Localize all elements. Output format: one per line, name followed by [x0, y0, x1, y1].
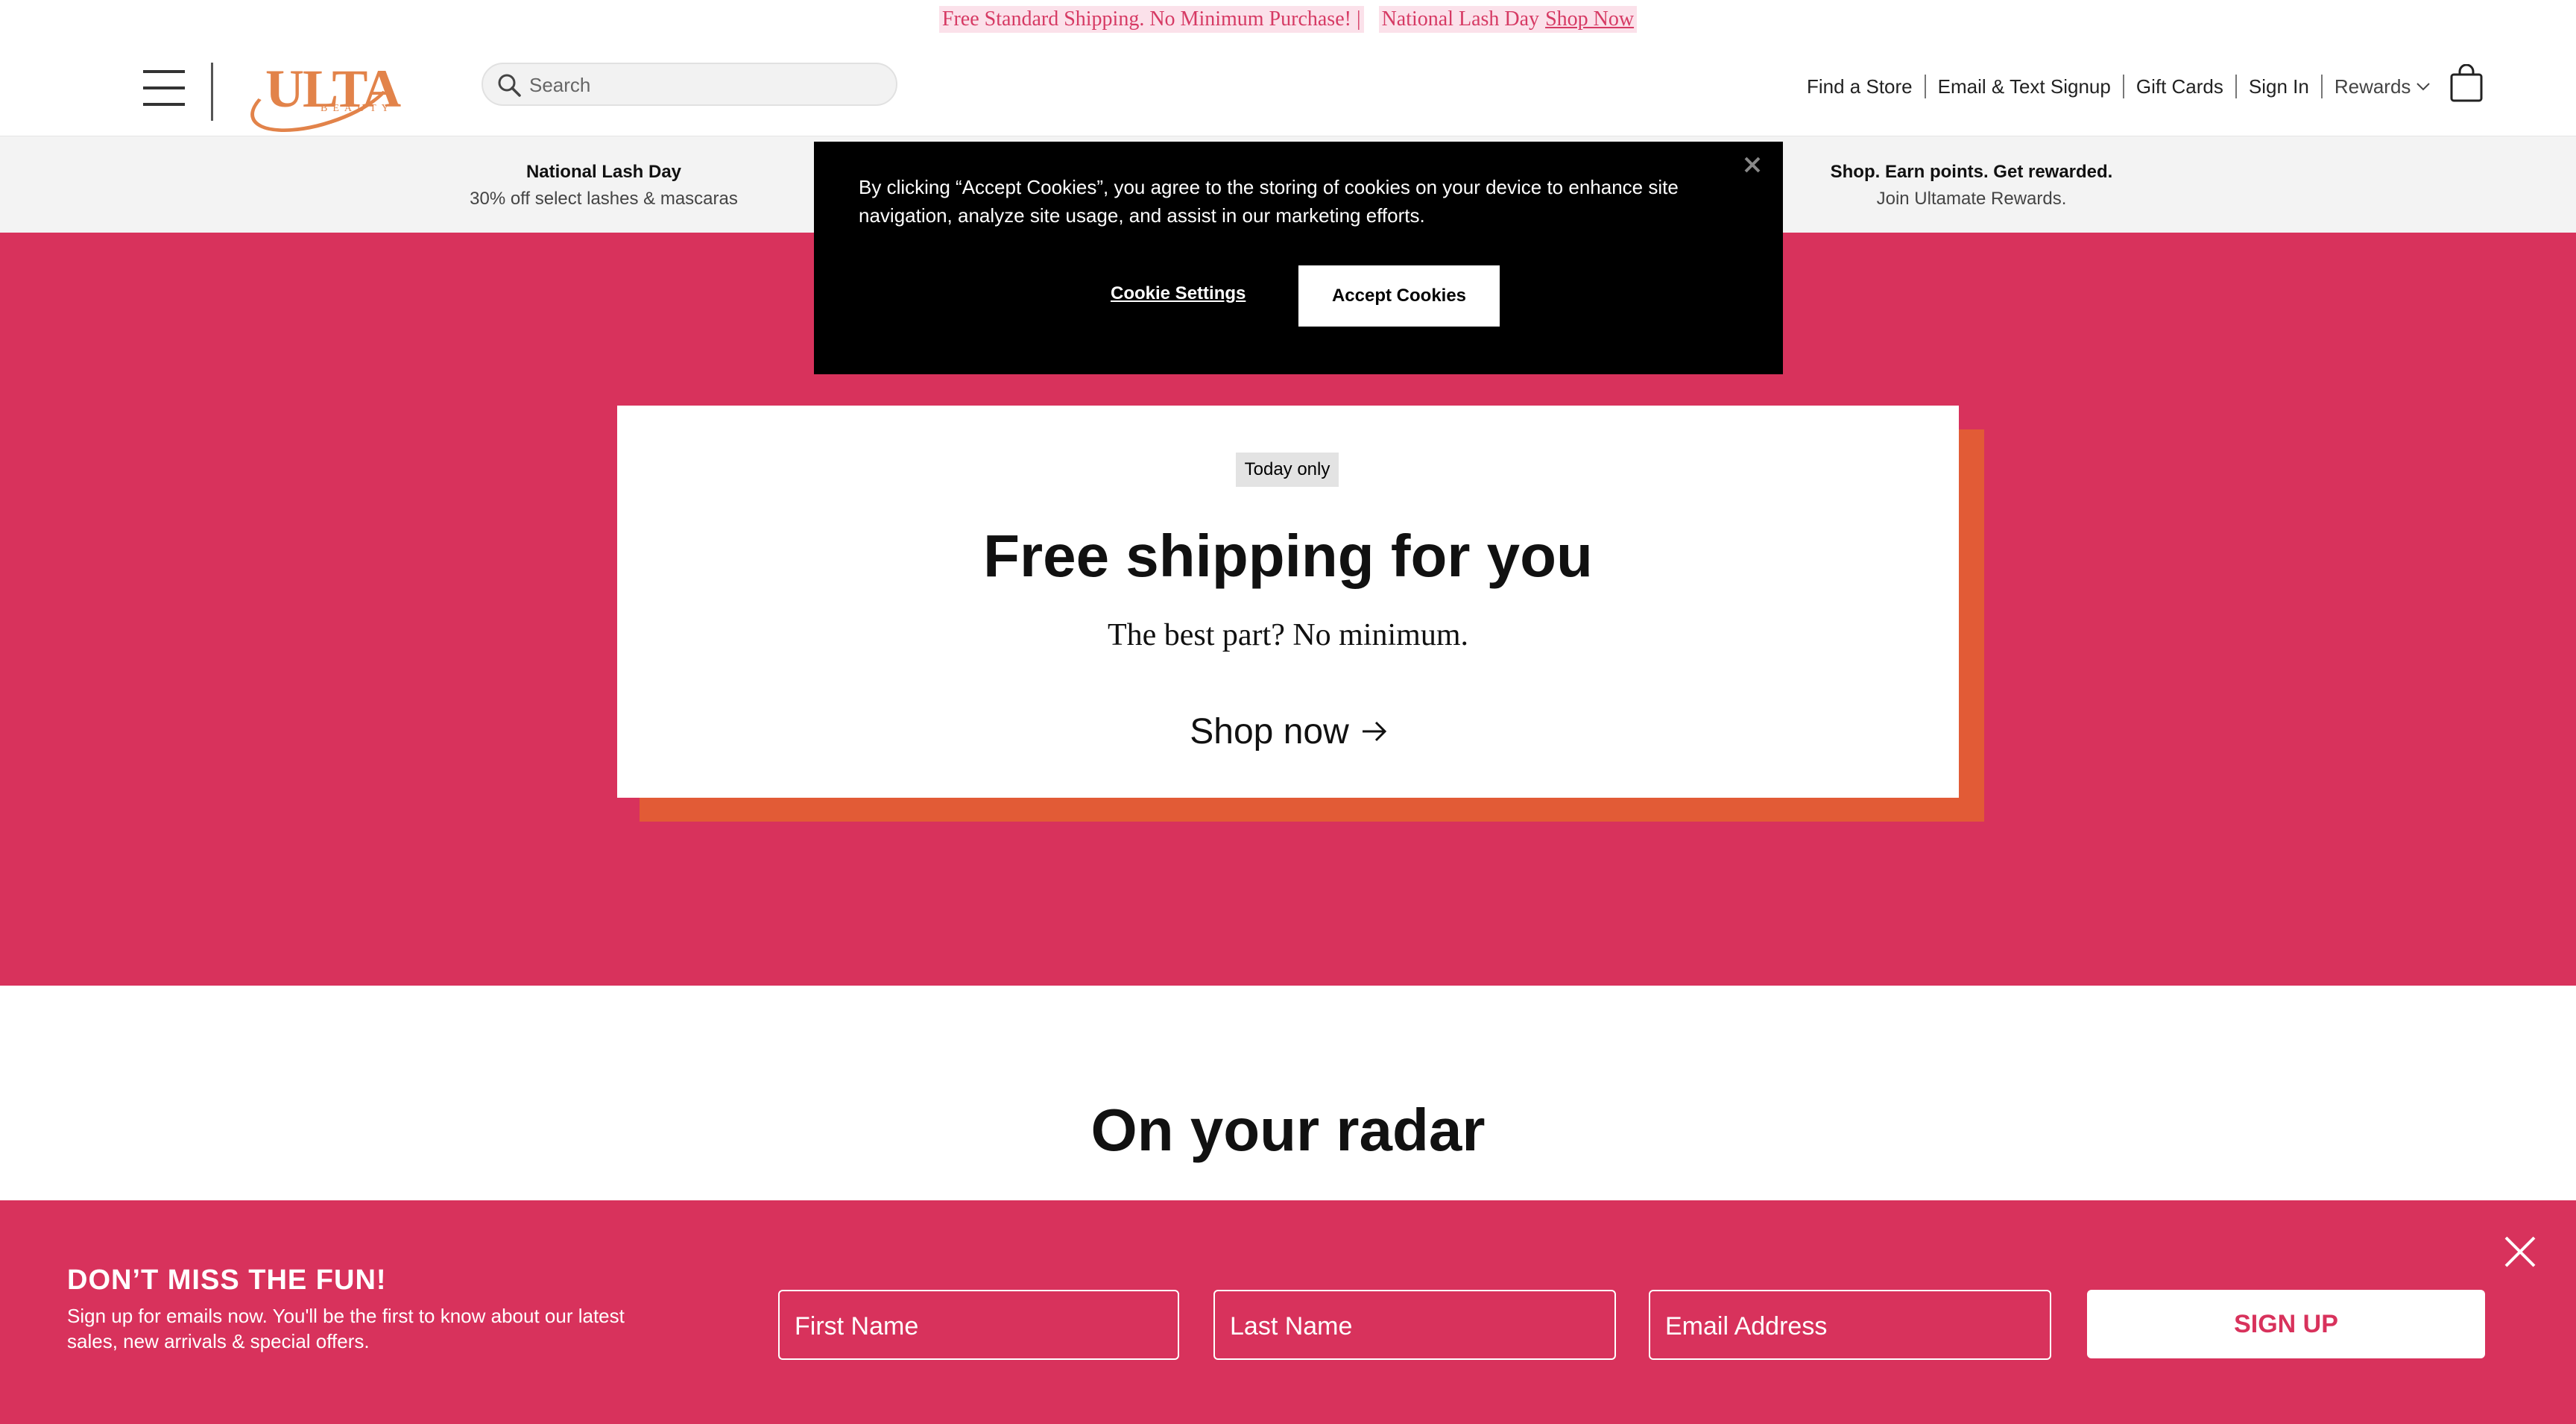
email-signup-bar: DON’T MISS THE FUN! Sign up for emails n…: [0, 1200, 2576, 1424]
promo-lash-block: National Lash Day Shop Now: [1378, 6, 1638, 33]
section-title: On your radar: [1090, 1097, 1486, 1163]
shop-now-link[interactable]: Shop now: [1148, 705, 1431, 757]
shop-now-label: Shop now: [1190, 711, 1349, 752]
header-divider: [211, 63, 213, 121]
promo-shipping-text: Free Standard Shipping. No Minimum Purch…: [938, 6, 1364, 33]
ulta-logo[interactable]: ULTA BEAUTY: [242, 44, 402, 147]
cookie-banner: By clicking “Accept Cookies”, you agree …: [814, 142, 1783, 374]
nav-gift-cards[interactable]: Gift Cards: [2124, 75, 2235, 98]
first-name-field[interactable]: First Name: [778, 1290, 1179, 1360]
accept-cookies-button[interactable]: Accept Cookies: [1298, 265, 1500, 327]
search-placeholder: Search: [529, 74, 591, 96]
shopping-bag-icon[interactable]: [2449, 64, 2484, 103]
nav-rewards-label: Rewards: [2334, 75, 2411, 98]
promo-bar: Free Standard Shipping. No Minimum Purch…: [0, 0, 2576, 39]
nav-sign-in[interactable]: Sign In: [2237, 75, 2321, 98]
search-input[interactable]: Search: [482, 63, 897, 106]
close-icon[interactable]: [2503, 1235, 2537, 1269]
top-nav: Find a Store Email & Text Signup Gift Ca…: [1795, 72, 2443, 101]
nav-email-text-signup[interactable]: Email & Text Signup: [1926, 75, 2123, 98]
last-name-field[interactable]: Last Name: [1213, 1290, 1616, 1360]
lash-day-promo[interactable]: National Lash Day 30% off select lashes …: [417, 162, 790, 209]
lash-day-subtitle: 30% off select lashes & mascaras: [470, 189, 738, 209]
first-name-placeholder: First Name: [795, 1312, 919, 1340]
nav-rewards-dropdown[interactable]: Rewards: [2323, 75, 2444, 98]
promo-shop-now-link[interactable]: Shop Now: [1545, 7, 1634, 31]
lash-day-title: National Lash Day: [525, 162, 682, 182]
signup-text: Sign up for emails now. You'll be the fi…: [67, 1305, 625, 1352]
arrow-right-icon: [1362, 721, 1386, 742]
close-icon[interactable]: [1741, 154, 1764, 176]
sign-up-button[interactable]: SIGN UP: [2087, 1290, 2485, 1358]
cookie-text: By clicking “Accept Cookies”, you agree …: [859, 176, 1679, 227]
rewards-promo[interactable]: Shop. Earn points. Get rewarded. Join Ul…: [1789, 162, 2154, 209]
hero-subtitle: The best part? No minimum.: [1107, 618, 1469, 652]
chevron-down-icon: [2416, 83, 2431, 91]
search-icon: [498, 74, 521, 97]
rewards-title: Shop. Earn points. Get rewarded.: [1830, 162, 2113, 182]
email-placeholder: Email Address: [1665, 1312, 1828, 1340]
cookie-settings-link[interactable]: Cookie Settings: [1111, 283, 1246, 304]
promo-lash-text: National Lash Day: [1381, 7, 1540, 31]
menu-icon[interactable]: [143, 70, 185, 107]
today-only-badge: Today only: [1236, 453, 1339, 487]
signup-heading: DON’T MISS THE FUN!: [67, 1264, 387, 1296]
hero-title: Free shipping for you: [983, 523, 1593, 589]
rewards-subtitle: Join Ultamate Rewards.: [1876, 189, 2067, 209]
last-name-placeholder: Last Name: [1230, 1312, 1353, 1340]
nav-find-a-store[interactable]: Find a Store: [1795, 75, 1925, 98]
email-field[interactable]: Email Address: [1649, 1290, 2051, 1360]
logo-sub: BEAUTY: [321, 103, 394, 114]
